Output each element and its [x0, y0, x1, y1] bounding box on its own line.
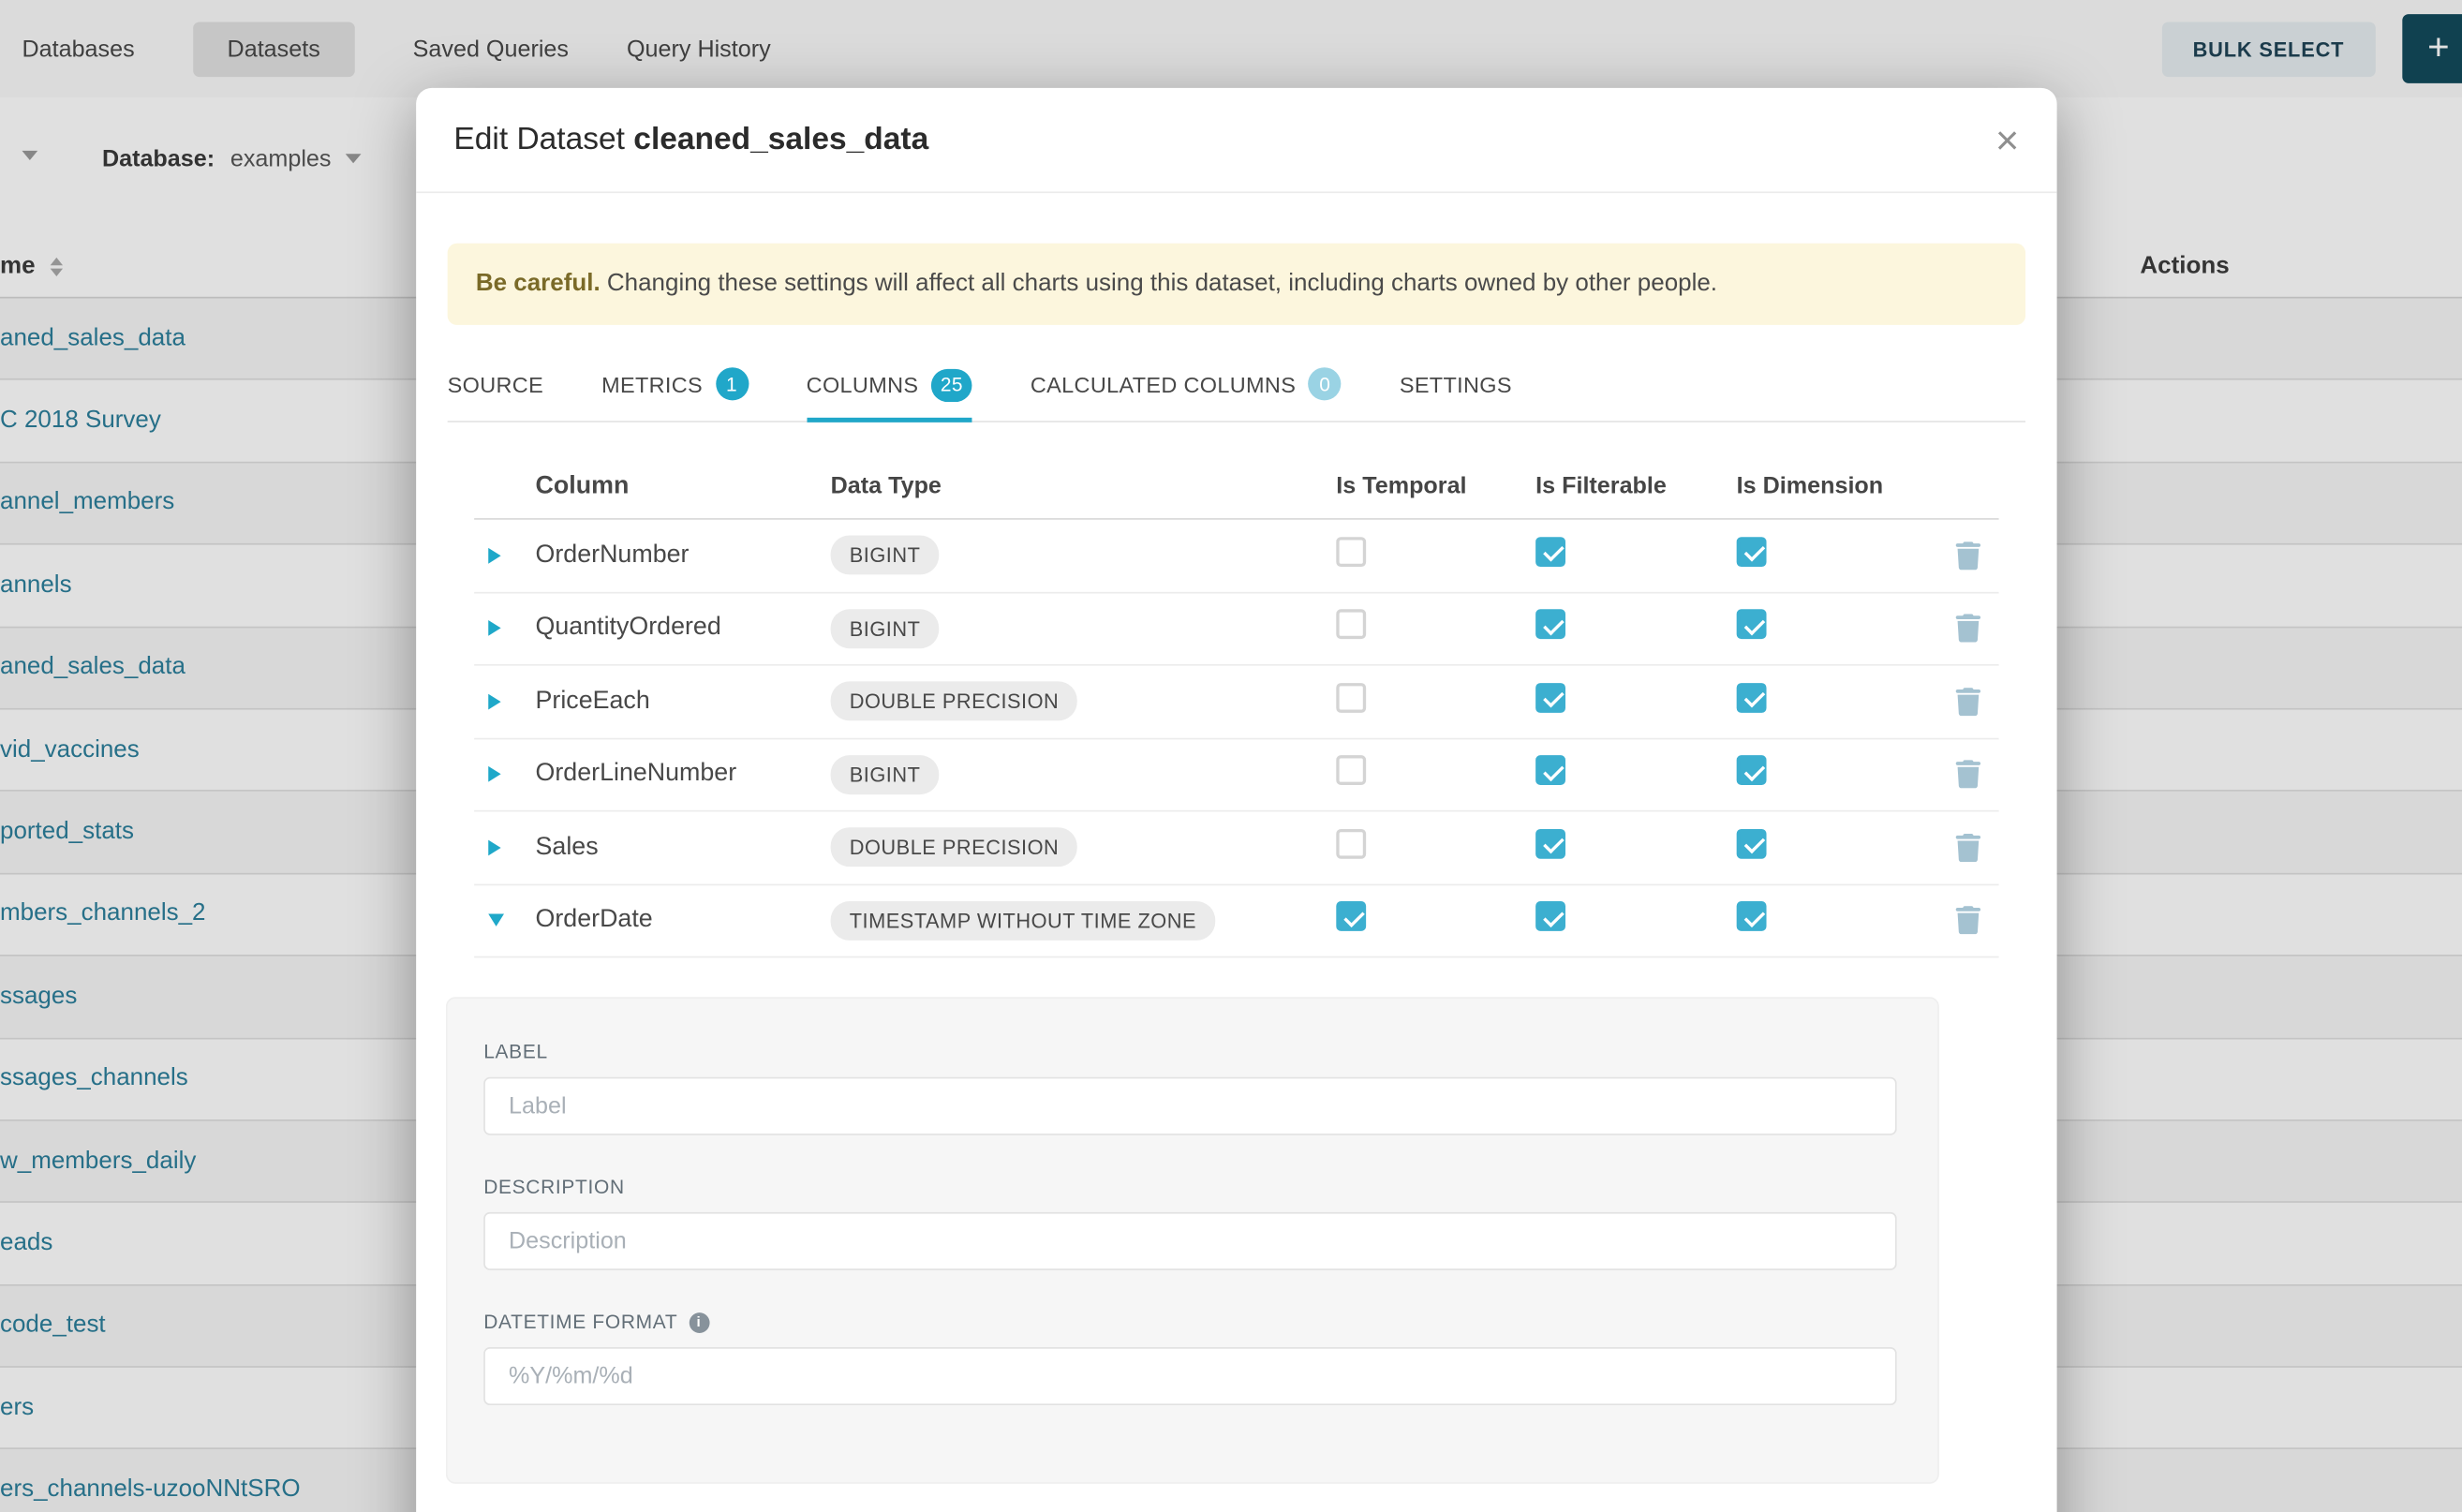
column-name: QuantityOrdered — [536, 615, 831, 643]
label-field-label: LABEL — [483, 1041, 1896, 1062]
is-dimension-checkbox[interactable] — [1737, 610, 1767, 640]
modal-title: Edit Dataset cleaned_sales_data — [453, 122, 928, 158]
data-type-header: Data Type — [831, 472, 1337, 498]
data-type-pill: BIGINT — [831, 609, 940, 648]
is-temporal-header: Is Temporal — [1336, 472, 1535, 498]
expand-caret-icon[interactable] — [488, 766, 500, 782]
calculated-columns-count-badge: 0 — [1309, 367, 1342, 400]
label-input[interactable] — [483, 1077, 1896, 1135]
columns-count-badge: 25 — [931, 368, 972, 401]
collapse-caret-icon[interactable] — [488, 914, 504, 926]
tab-metrics[interactable]: METRICS 1 — [601, 348, 749, 421]
is-filterable-checkbox[interactable] — [1535, 537, 1565, 567]
is-filterable-header: Is Filterable — [1535, 472, 1737, 498]
column-header: Column — [536, 472, 831, 500]
description-field: DESCRIPTION — [483, 1176, 1896, 1270]
is-filterable-checkbox[interactable] — [1535, 610, 1565, 640]
tab-calculated-columns[interactable]: CALCULATED COLUMNS 0 — [1031, 348, 1342, 421]
tab-label: SOURCE — [448, 371, 543, 396]
edit-dataset-modal: Edit Dataset cleaned_sales_data × Be car… — [416, 88, 2056, 1512]
delete-icon[interactable] — [1954, 541, 1980, 570]
column-name: Sales — [536, 834, 831, 862]
expand-caret-icon[interactable] — [488, 693, 500, 709]
is-temporal-checkbox[interactable] — [1336, 829, 1366, 859]
expand-caret-icon[interactable] — [488, 620, 500, 636]
is-filterable-checkbox[interactable] — [1535, 683, 1565, 713]
is-temporal-checkbox[interactable] — [1336, 610, 1366, 640]
table-row: QuantityOrdered BIGINT — [474, 593, 1998, 666]
is-dimension-checkbox[interactable] — [1737, 756, 1767, 786]
modal-header: Edit Dataset cleaned_sales_data × — [416, 88, 2056, 193]
description-input[interactable] — [483, 1212, 1896, 1270]
warning-banner: Be careful. Changing these settings will… — [448, 244, 2025, 325]
columns-table: Column Data Type Is Temporal Is Filterab… — [474, 453, 1998, 957]
close-icon[interactable]: × — [1995, 119, 2019, 160]
modal-tabs: SOURCE METRICS 1 COLUMNS 25 CALCULATED C… — [448, 348, 2025, 422]
table-row: OrderNumber BIGINT — [474, 520, 1998, 593]
is-dimension-checkbox[interactable] — [1737, 829, 1767, 859]
screen: Databases Datasets Saved Queries Query H… — [0, 0, 2462, 1512]
delete-icon[interactable] — [1954, 906, 1980, 934]
is-filterable-checkbox[interactable] — [1535, 901, 1565, 931]
datetime-format-field-label: DATETIME FORMAT i — [483, 1311, 1896, 1332]
description-field-label: DESCRIPTION — [483, 1176, 1896, 1197]
modal-title-prefix: Edit Dataset — [453, 122, 625, 156]
metrics-count-badge: 1 — [715, 367, 748, 400]
is-dimension-checkbox[interactable] — [1737, 901, 1767, 931]
is-temporal-checkbox[interactable] — [1336, 756, 1366, 786]
is-dimension-header: Is Dimension — [1737, 472, 1936, 498]
datetime-format-input[interactable] — [483, 1347, 1896, 1405]
table-row: OrderDate TIMESTAMP WITHOUT TIME ZONE — [474, 884, 1998, 957]
is-filterable-checkbox[interactable] — [1535, 829, 1565, 859]
warning-bold-text: Be careful. — [476, 270, 601, 296]
column-name: OrderDate — [536, 906, 831, 934]
is-temporal-checkbox[interactable] — [1336, 683, 1366, 713]
expand-caret-icon[interactable] — [488, 839, 500, 855]
column-name: OrderNumber — [536, 541, 831, 570]
data-type-pill: DOUBLE PRECISION — [831, 828, 1078, 867]
is-filterable-checkbox[interactable] — [1535, 756, 1565, 786]
label-field: LABEL — [483, 1041, 1896, 1135]
table-row: Sales DOUBLE PRECISION — [474, 812, 1998, 885]
datetime-format-field: DATETIME FORMAT i — [483, 1311, 1896, 1405]
is-dimension-checkbox[interactable] — [1737, 537, 1767, 567]
table-row: PriceEach DOUBLE PRECISION — [474, 666, 1998, 739]
data-type-pill: DOUBLE PRECISION — [831, 682, 1078, 721]
data-type-pill: BIGINT — [831, 755, 940, 794]
modal-title-dataset-name: cleaned_sales_data — [633, 122, 928, 156]
is-dimension-checkbox[interactable] — [1737, 683, 1767, 713]
tab-label: METRICS — [601, 371, 703, 396]
table-row: OrderLineNumber BIGINT — [474, 739, 1998, 812]
tab-settings[interactable]: SETTINGS — [1400, 348, 1512, 421]
tab-label: CALCULATED COLUMNS — [1031, 371, 1296, 396]
column-detail-editor: LABEL DESCRIPTION DATETIME FORMAT i — [446, 997, 1939, 1484]
column-name: PriceEach — [536, 688, 831, 716]
data-type-pill: TIMESTAMP WITHOUT TIME ZONE — [831, 901, 1215, 941]
column-name: OrderLineNumber — [536, 761, 831, 789]
delete-icon[interactable] — [1954, 688, 1980, 716]
tab-label: SETTINGS — [1400, 371, 1512, 396]
tab-label: COLUMNS — [807, 372, 919, 397]
tab-columns[interactable]: COLUMNS 25 — [807, 348, 972, 422]
tab-source[interactable]: SOURCE — [448, 348, 543, 421]
delete-icon[interactable] — [1954, 834, 1980, 862]
warning-text: Changing these settings will affect all … — [601, 270, 1717, 296]
expand-caret-icon[interactable] — [488, 548, 500, 564]
modal-body: Be careful. Changing these settings will… — [416, 244, 2056, 1484]
delete-icon[interactable] — [1954, 761, 1980, 789]
columns-table-header: Column Data Type Is Temporal Is Filterab… — [474, 453, 1998, 519]
delete-icon[interactable] — [1954, 615, 1980, 643]
is-temporal-checkbox[interactable] — [1336, 901, 1366, 931]
is-temporal-checkbox[interactable] — [1336, 537, 1366, 567]
info-icon: i — [689, 1312, 709, 1332]
data-type-pill: BIGINT — [831, 536, 940, 575]
